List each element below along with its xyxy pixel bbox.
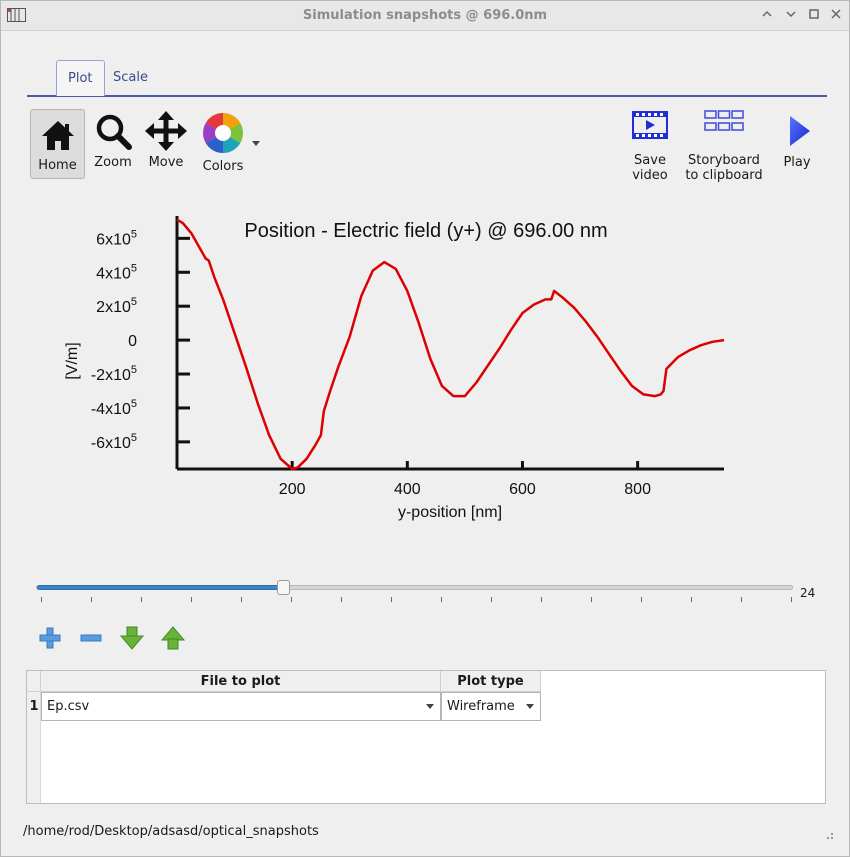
x-tick-label: 600 [509, 481, 536, 498]
slider-tick [441, 597, 442, 602]
video-icon [632, 111, 668, 139]
colors-icon [203, 113, 243, 153]
play-button[interactable]: Play [777, 113, 817, 170]
zoom-button[interactable]: Zoom [91, 111, 135, 170]
move-button[interactable]: Move [144, 111, 188, 170]
colors-dropdown-icon[interactable] [252, 141, 260, 147]
y-tick-label: -4x105 [91, 398, 137, 418]
storyboard-icon [704, 110, 744, 131]
slider-tick [341, 597, 342, 602]
file-select[interactable]: Ep.csv [41, 692, 441, 721]
slider-tick [91, 597, 92, 602]
slider-tick [791, 597, 792, 602]
home-label: Home [38, 158, 77, 173]
slider-tick [391, 597, 392, 602]
slider-tick [691, 597, 692, 602]
y-tick-label: -2x105 [91, 364, 137, 384]
status-path: /home/rod/Desktop/adsasd/optical_snapsho… [23, 824, 319, 839]
slider-tick [541, 597, 542, 602]
y-tick-label: 2x105 [96, 296, 137, 316]
frame-slider-track[interactable] [36, 580, 793, 595]
slider-tick [641, 597, 642, 602]
close-icon[interactable] [828, 8, 844, 24]
chart-title: Position - Electric field (y+) @ 696.00 … [244, 220, 607, 242]
y-tick-exponent: 5 [131, 398, 137, 410]
y-tick-exponent: 5 [131, 262, 137, 274]
x-tick-label: 400 [394, 481, 421, 498]
slider-tick [141, 597, 142, 602]
play-icon [790, 116, 810, 146]
save-video-button[interactable]: Save video [621, 109, 679, 183]
save-video-label-line2: video [632, 168, 668, 183]
y-tick-exponent: 5 [131, 296, 137, 308]
y-tick-exponent: 5 [131, 364, 137, 376]
title-bar: Simulation snapshots @ 696.0nm [1, 1, 849, 31]
line-chart: Position - Electric field (y+) @ 696.00 … [64, 216, 725, 521]
frame-slider-value: 24 [800, 586, 816, 600]
move-label: Move [148, 155, 184, 170]
x-tick-label: 800 [624, 481, 651, 498]
slider-ticks [41, 597, 792, 603]
plot-area[interactable]: Position - Electric field (y+) @ 696.00 … [41, 201, 801, 531]
tab-scale[interactable]: Scale [102, 61, 159, 96]
y-tick-exponent: 5 [131, 228, 137, 240]
table-corner [27, 671, 41, 692]
remove-icon[interactable] [78, 625, 104, 651]
y-axis: 6x105 4x105 2x105 0 -2x105 -4x105 -6x105 [91, 216, 190, 469]
column-header-plot-type[interactable]: Plot type [441, 671, 541, 692]
frame-slider-fill [37, 585, 284, 590]
move-icon [145, 111, 187, 151]
resize-grip-icon[interactable] [823, 829, 835, 841]
slider-tick [41, 597, 42, 602]
move-up-icon[interactable] [160, 625, 186, 651]
y-tick-label: -6x105 [91, 432, 137, 452]
y-axis-label: [V/m] [64, 342, 81, 379]
y-tick-label: 0 [128, 333, 137, 350]
colors-label: Colors [202, 159, 244, 174]
save-video-label-line1: Save [634, 153, 666, 168]
chevron-down-icon [426, 704, 434, 709]
series-line-electric-field [176, 218, 725, 471]
chevron-down-icon [526, 704, 534, 709]
app-window: Simulation snapshots @ 696.0nm Plot Scal… [0, 0, 850, 857]
slider-tick [591, 597, 592, 602]
file-select-value: Ep.csv [47, 699, 90, 714]
home-button[interactable]: Home [30, 109, 85, 179]
frame-slider-thumb[interactable] [277, 580, 291, 595]
row-number: 1 [29, 699, 39, 714]
plot-type-select-value: Wireframe [447, 699, 515, 714]
add-icon[interactable] [37, 625, 63, 651]
play-label: Play [783, 155, 811, 170]
home-icon [41, 121, 74, 150]
column-header-file[interactable]: File to plot [41, 671, 441, 692]
chevron-up-icon[interactable] [759, 8, 775, 24]
storyboard-label-line1: Storyboard [688, 153, 760, 168]
move-down-icon[interactable] [119, 625, 145, 651]
colors-button[interactable]: Colors [197, 111, 249, 174]
slider-tick [491, 597, 492, 602]
x-tick-label: 200 [279, 481, 306, 498]
tab-plot[interactable]: Plot [56, 60, 105, 96]
window-title: Simulation snapshots @ 696.0nm [302, 8, 548, 23]
y-tick-label: 6x105 [96, 228, 137, 248]
slider-tick [191, 597, 192, 602]
maximize-icon[interactable] [806, 8, 822, 24]
plot-type-select[interactable]: Wireframe [441, 692, 541, 721]
x-axis: 200 400 600 800 [177, 461, 724, 498]
zoom-label: Zoom [94, 155, 132, 170]
minimize-icon[interactable] [783, 8, 799, 24]
slider-tick [241, 597, 242, 602]
slider-tick [741, 597, 742, 602]
x-axis-label: y-position [nm] [398, 504, 502, 521]
plot-files-table: File to plot Plot type 1 Ep.csv Wirefram… [26, 670, 826, 804]
zoom-icon [96, 114, 132, 150]
storyboard-button[interactable]: Storyboard to clipboard [681, 109, 767, 183]
y-tick-exponent: 5 [131, 432, 137, 444]
slider-tick [291, 597, 292, 602]
storyboard-label-line2: to clipboard [685, 168, 763, 183]
y-tick-label: 4x105 [96, 262, 137, 282]
tab-bar: Plot Scale [27, 60, 827, 97]
